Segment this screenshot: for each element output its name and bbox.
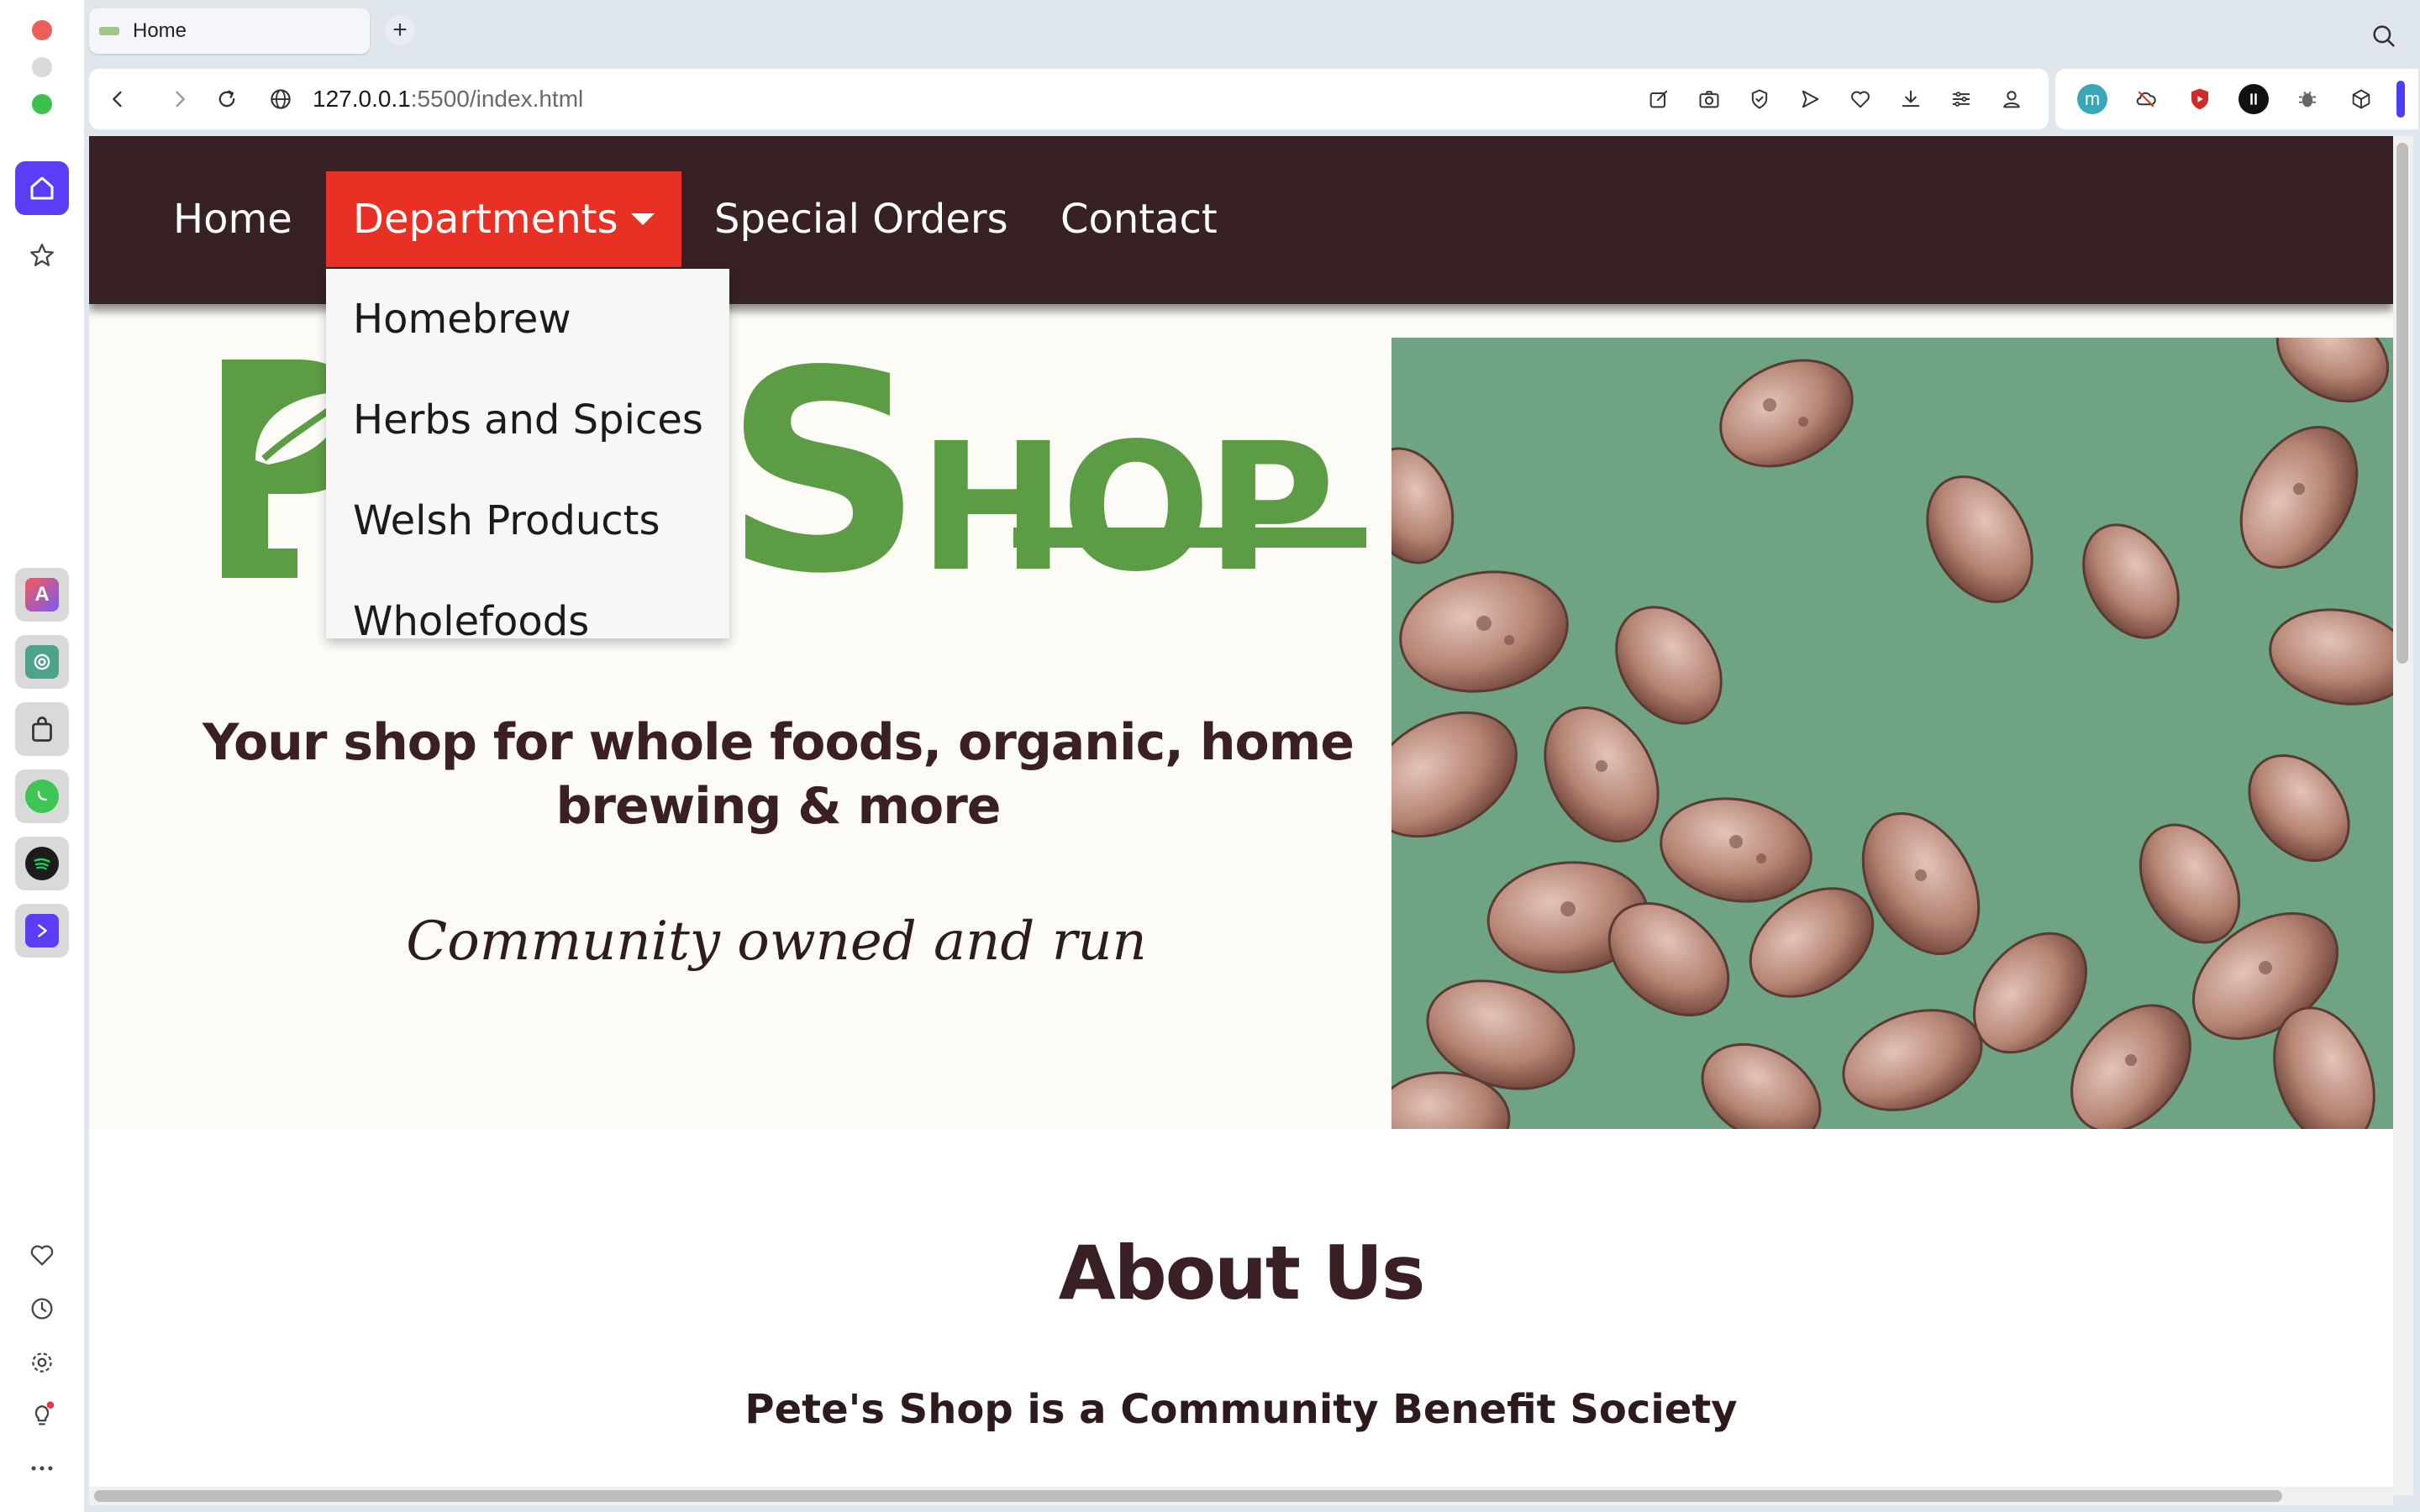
dropdown-item-herbs-and-spices[interactable]: Herbs and Spices [326, 370, 729, 470]
url-path: :5500/index.html [410, 86, 584, 112]
web-page: Home Departments Special Orders Contact … [89, 136, 2393, 1495]
minimize-window-button[interactable] [32, 57, 52, 77]
dropdown-item-welsh-products[interactable]: Welsh Products [326, 470, 729, 571]
player-app-icon[interactable] [15, 904, 69, 958]
whatsapp-icon[interactable] [15, 769, 69, 823]
aria-app-icon[interactable]: A [15, 568, 69, 622]
close-window-button[interactable] [32, 20, 52, 40]
cloud-off-icon[interactable] [2131, 84, 2161, 114]
privacy-extension-icon[interactable] [2238, 84, 2269, 114]
easy-setup-icon[interactable] [1948, 86, 1975, 113]
url-field[interactable]: 127.0.0.1:5500/index.html [313, 84, 583, 114]
shopping-bag-icon[interactable] [15, 702, 69, 756]
edit-page-icon[interactable] [1645, 86, 1672, 113]
chatgpt-app-icon[interactable] [15, 635, 69, 689]
logo-letters-hop: HOP [918, 405, 1335, 611]
vertical-scroll-thumb[interactable] [2396, 143, 2408, 664]
horizontal-scrollbar[interactable] [89, 1487, 2393, 1505]
address-bar: 127.0.0.1:5500/index.html [89, 69, 2049, 129]
cube-icon[interactable] [2346, 84, 2376, 114]
nav-home[interactable]: Home [173, 171, 292, 267]
dropdown-item-wholefoods[interactable]: Wholefoods [326, 571, 729, 672]
globe-icon [267, 86, 294, 113]
about-subtitle: Pete's Shop is a Community Benefit Socie… [744, 1386, 1738, 1433]
spotify-icon[interactable] [15, 837, 69, 890]
browser-tab[interactable]: Home [89, 8, 370, 54]
sidebar-indicator [2396, 81, 2405, 118]
search-icon[interactable] [2370, 22, 2398, 55]
home-icon[interactable] [15, 161, 69, 215]
send-icon[interactable] [1797, 86, 1823, 113]
logo-letter-big-s: S [723, 312, 923, 634]
hero-community-text: Community owned and run [406, 911, 1147, 973]
ublock-shield-icon[interactable] [2185, 84, 2215, 114]
dropdown-item-homebrew[interactable]: Homebrew [326, 269, 729, 370]
more-options-icon[interactable] [25, 1452, 59, 1485]
history-icon[interactable] [25, 1292, 59, 1326]
about-section: About Us Pete's Shop is a Community Bene… [89, 1129, 2393, 1495]
hero-text-panel: SSHOP Your shop for whole foods, organic… [89, 304, 1392, 1129]
nav-contact[interactable]: Contact [1060, 171, 1218, 267]
nav-special-orders[interactable]: Special Orders [714, 171, 1008, 267]
camera-icon[interactable] [1696, 86, 1723, 113]
extensions-bar: m [2055, 69, 2418, 129]
m-extension-icon[interactable]: m [2077, 84, 2107, 114]
departments-dropdown: Homebrew Herbs and Spices Welsh Products… [326, 269, 729, 645]
profile-icon[interactable] [1998, 86, 2025, 113]
tab-title: Home [133, 19, 187, 42]
horizontal-scroll-thumb[interactable] [94, 1490, 2282, 1502]
back-icon[interactable] [104, 86, 131, 113]
zoom-window-button[interactable] [32, 94, 52, 114]
url-host: 127.0.0.1 [313, 86, 411, 112]
shield-check-icon[interactable] [1746, 86, 1773, 113]
download-icon[interactable] [1897, 86, 1924, 113]
browser-sidebar: A [0, 0, 84, 1512]
star-icon[interactable] [25, 239, 59, 272]
nav-departments-label: Departments [353, 196, 618, 243]
lightbulb-icon[interactable] [25, 1398, 59, 1431]
caret-down-icon [631, 213, 655, 225]
bug-icon[interactable] [2292, 84, 2323, 114]
gear-icon[interactable] [25, 1346, 59, 1379]
forward-icon[interactable] [166, 86, 193, 113]
vertical-scrollbar[interactable] [2393, 136, 2413, 1495]
nav-departments[interactable]: Departments [326, 171, 682, 267]
reload-icon[interactable] [213, 86, 240, 113]
heart-icon[interactable] [25, 1238, 59, 1272]
favorite-icon[interactable] [1847, 86, 1874, 113]
about-title: About Us [1058, 1230, 1426, 1316]
logo-underline [1013, 528, 1366, 548]
pinto-beans-photo [1392, 338, 2393, 1131]
new-tab-button[interactable]: + [385, 15, 415, 45]
tab-favicon [99, 27, 119, 35]
hero-tagline: Your shop for whole foods, organic, home… [203, 713, 1355, 836]
